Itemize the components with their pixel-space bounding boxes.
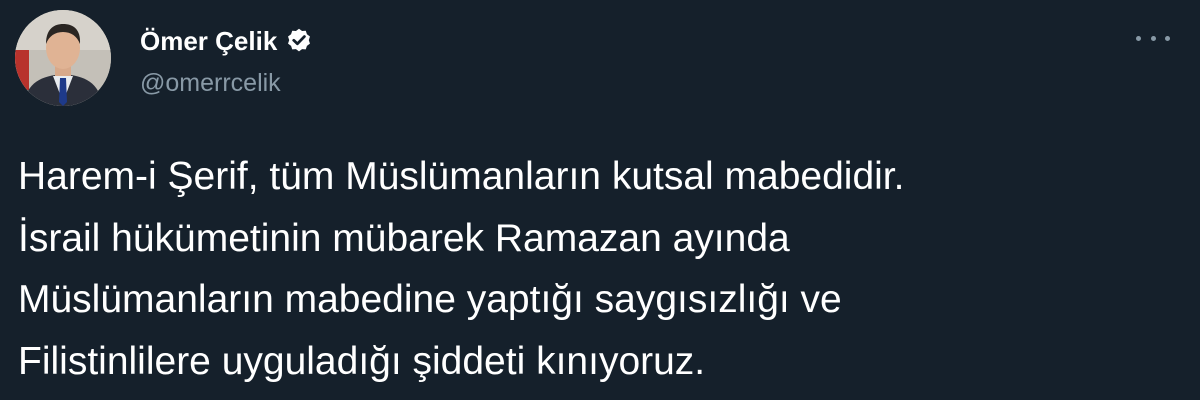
author-display-name[interactable]: Ömer Çelik bbox=[140, 26, 277, 56]
author-info[interactable]: Ömer Çelik @omerrcelik bbox=[140, 26, 313, 98]
avatar-photo-icon bbox=[15, 10, 111, 106]
more-dot bbox=[1150, 35, 1156, 41]
author-avatar[interactable] bbox=[15, 10, 111, 106]
tweet-text-line: Harem-i Şerif, tüm Müslümanların kutsal … bbox=[18, 155, 905, 198]
tweet-text-line: İsrail hükümetinin mübarek Ramazan ayınd… bbox=[18, 216, 790, 260]
tweet-text-line: Filistinlilere uyguladığı şiddeti kınıyo… bbox=[18, 339, 706, 383]
more-dot bbox=[1136, 35, 1141, 41]
tweet-card: Ömer Çelik @omerrcelik Harem-i Şerif, tü… bbox=[0, 0, 1200, 400]
tweet-text: Harem-i Şerif, tüm Müslümanların kutsal … bbox=[18, 146, 1188, 392]
more-options-icon[interactable] bbox=[1136, 26, 1170, 50]
tweet-text-line: Müslümanların mabedine yaptığı saygısızl… bbox=[18, 278, 842, 321]
verified-badge-icon bbox=[285, 27, 313, 55]
more-dot bbox=[1165, 35, 1170, 41]
author-name-row: Ömer Çelik bbox=[140, 26, 313, 56]
author-handle[interactable]: @omerrcelik bbox=[140, 68, 313, 98]
